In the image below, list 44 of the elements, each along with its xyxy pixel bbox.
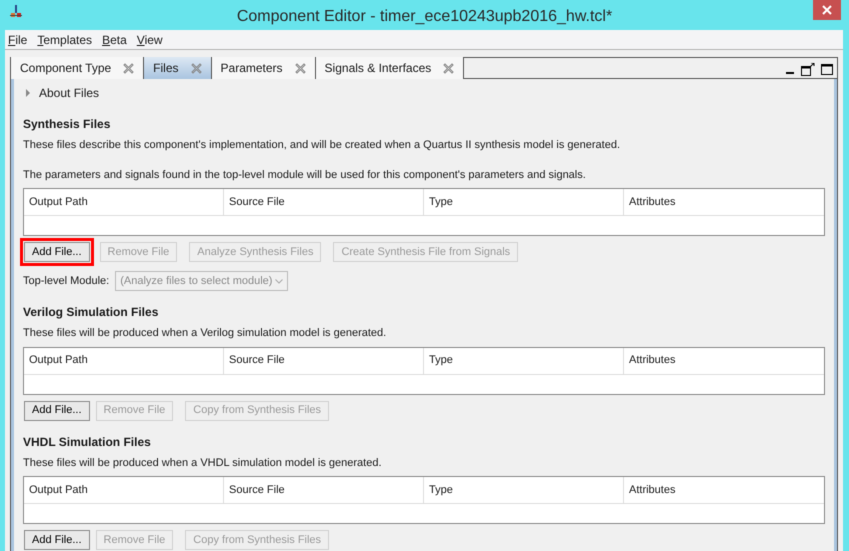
column-header[interactable]: Output Path	[24, 477, 224, 503]
close-icon[interactable]	[190, 62, 202, 74]
section-description: These files describe this component's implementation, and will be created when a Quartus II synthesis model is generated.	[23, 138, 622, 153]
tab[interactable]: Signals & Interfaces	[316, 57, 464, 79]
section-title: Verilog Simulation Files	[23, 304, 160, 321]
column-header[interactable]: Attributes	[624, 189, 824, 215]
close-icon	[822, 5, 832, 15]
section-title: Synthesis Files	[23, 116, 112, 133]
detach-icon[interactable]	[801, 63, 815, 76]
section-title: VHDL Simulation Files	[23, 434, 152, 450]
menu-item[interactable]: View	[136, 30, 163, 48]
window-title: Component Editor - timer_ece10243upb2016_hw.tcl*	[236, 7, 614, 27]
close-icon[interactable]	[443, 62, 454, 74]
column-header[interactable]: Type	[424, 477, 624, 503]
chevron-down-icon	[275, 278, 284, 284]
close-icon[interactable]	[123, 62, 134, 74]
file-button[interactable]: Add File...	[24, 400, 90, 420]
menu-item[interactable]: Beta	[102, 30, 127, 48]
about-toggle[interactable]: About Files	[23, 79, 825, 107]
column-header[interactable]: Type	[424, 189, 624, 215]
column-header[interactable]: Type	[424, 348, 624, 374]
tab[interactable]: Files	[144, 57, 212, 79]
section-description: These files will be produced when a VHDL simulation model is generated.	[23, 456, 383, 470]
maximize-icon[interactable]	[821, 64, 833, 75]
menu-item[interactable]: File	[8, 30, 28, 48]
column-header[interactable]: Source File	[224, 189, 424, 215]
column-header[interactable]: Source File	[224, 348, 424, 374]
file-button[interactable]: Add File...	[24, 530, 90, 550]
tab[interactable]: Component Type	[11, 57, 144, 79]
file-button[interactable]: Add File...	[24, 242, 90, 262]
column-header[interactable]: Attributes	[624, 348, 824, 374]
section-description: The parameters and signals found in the top-level module will be used for this component's parameters and signals.	[23, 168, 587, 182]
section-description: These files will be produced when a Verilog simulation model is generated.	[23, 326, 388, 341]
module-label: Top-level Module:	[23, 274, 110, 289]
menu-item[interactable]: Templates	[37, 30, 92, 48]
column-header[interactable]: Source File	[224, 477, 424, 503]
app-icon	[10, 5, 22, 19]
close-button[interactable]	[813, 0, 841, 20]
close-icon[interactable]	[294, 62, 306, 74]
expand-icon	[25, 89, 31, 97]
column-header[interactable]: Output Path	[24, 189, 224, 215]
column-header[interactable]: Output Path	[24, 348, 224, 374]
tab[interactable]: Parameters	[212, 57, 316, 79]
column-header[interactable]: Attributes	[624, 477, 824, 503]
